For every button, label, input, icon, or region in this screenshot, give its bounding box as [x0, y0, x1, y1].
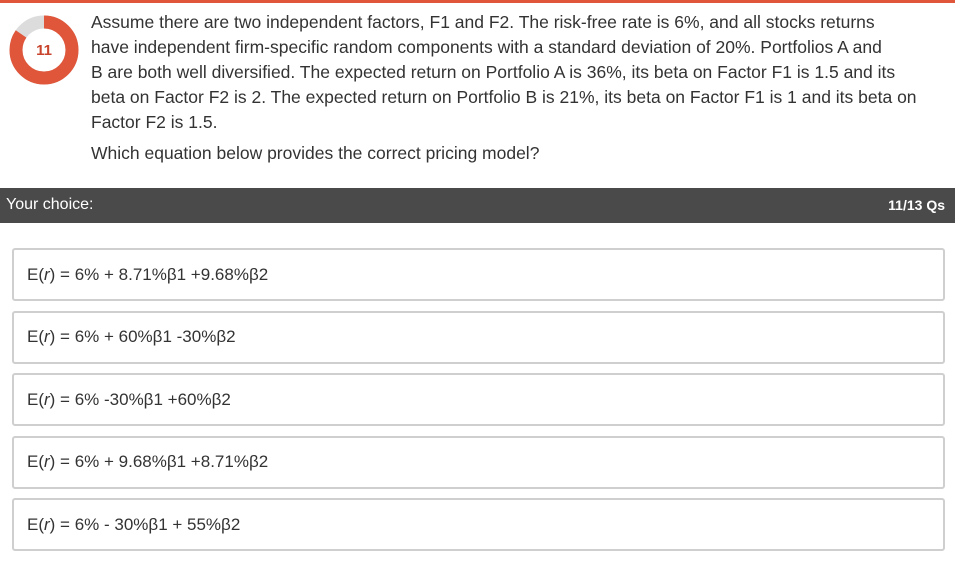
- your-choice-label: Your choice:: [6, 196, 94, 213]
- question-line: Assume there are two independent factors…: [91, 12, 875, 32]
- top-accent-bar: [0, 0, 955, 3]
- question-line: B are both well diversified. The expecte…: [91, 62, 896, 82]
- answer-option-4[interactable]: E(r) = 6% + 9.68%β1 +8.71%β2: [12, 435, 945, 489]
- answer-option-text: E(r) = 6% + 9.68%β1 +8.71%β2: [27, 452, 269, 471]
- answer-option-2[interactable]: E(r) = 6% + 60%β1 -30%β2: [12, 310, 945, 364]
- question-progress-ring: 11: [8, 14, 80, 86]
- choice-header-bar: Your choice: 11/13 Qs: [0, 188, 955, 223]
- question-number: 11: [36, 41, 52, 59]
- question-line: Factor F2 is 1.5.: [91, 112, 218, 132]
- answer-option-5[interactable]: E(r) = 6% - 30%β1 + 55%β2: [12, 498, 945, 551]
- answer-option-1[interactable]: E(r) = 6% + 8.71%β1 +9.68%β2: [12, 248, 945, 301]
- answer-option-text: E(r) = 6% + 60%β1 -30%β2: [27, 327, 236, 346]
- question-counter: 11/13 Qs: [888, 197, 945, 213]
- answer-option-text: E(r) = 6% + 8.71%β1 +9.68%β2: [27, 264, 269, 284]
- question-line: have independent firm-specific random co…: [91, 37, 882, 57]
- answer-option-text: E(r) = 6% - 30%β1 + 55%β2: [27, 514, 241, 534]
- answer-options: E(r) = 6% + 8.71%β1 +9.68%β2 E(r) = 6% +…: [12, 248, 945, 561]
- question-line: beta on Factor F2 is 2. The expected ret…: [91, 87, 917, 107]
- question-text: Assume there are two independent factors…: [91, 10, 953, 166]
- answer-option-text: E(r) = 6% -30%β1 +60%β2: [27, 389, 231, 409]
- question-prompt: Which equation below provides the correc…: [91, 143, 540, 163]
- answer-option-3[interactable]: E(r) = 6% -30%β1 +60%β2: [12, 373, 945, 426]
